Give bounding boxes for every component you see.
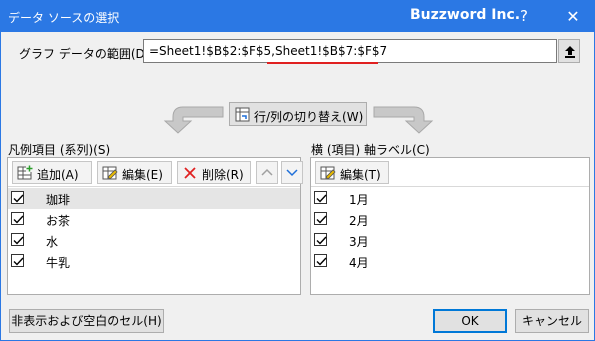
app-watermark: Buzzword Inc. (410, 7, 521, 23)
category-name: 3月 (349, 235, 369, 249)
curved-arrow-left-icon (163, 106, 224, 134)
series-name: 水 (46, 235, 59, 249)
series-checkbox[interactable] (11, 212, 24, 225)
switch-row-column-button[interactable]: 行/列の切り替え(W) (229, 102, 367, 126)
checkmark-icon (13, 236, 24, 245)
axis-labels-list: 1月 2月 3月 4月 (311, 188, 589, 272)
checkmark-icon (316, 194, 327, 203)
add-series-label: 追加(A) (37, 168, 79, 182)
select-data-source-dialog: データ ソースの選択 Buzzword Inc. ? ✕ グラフ データの範囲(… (0, 0, 595, 341)
chart-data-range-input[interactable]: =Sheet1!$B$2:$F$5,Sheet1!$B$7:$F$7 (143, 39, 557, 63)
axis-labels-panel: 編集(T) 1月 2月 3月 4月 (310, 157, 590, 295)
chevron-down-icon (286, 169, 298, 177)
range-highlight-underline (267, 62, 378, 64)
chart-data-range-label: グラフ データの範囲(D): (19, 47, 154, 61)
help-button[interactable]: ? (507, 1, 541, 32)
list-item[interactable]: 2月 (311, 209, 589, 230)
list-item[interactable]: 珈琲 (8, 188, 300, 209)
category-checkbox[interactable] (314, 212, 327, 225)
series-checkbox[interactable] (11, 191, 24, 204)
category-name: 2月 (349, 214, 369, 228)
category-checkbox[interactable] (314, 233, 327, 246)
axis-labels-label: 横 (項目) 軸ラベル(C) (311, 143, 430, 157)
series-checkbox[interactable] (11, 233, 24, 246)
delete-series-button[interactable]: 削除(R) (177, 161, 251, 184)
edit-axis-labels-label: 編集(T) (340, 168, 381, 182)
delete-x-icon (184, 167, 196, 179)
switch-row-column-label: 行/列の切り替え(W) (254, 110, 364, 124)
axis-toolbar: 編集(T) (311, 158, 589, 187)
series-name: 牛乳 (46, 256, 71, 270)
list-item[interactable]: お茶 (8, 209, 300, 230)
list-item[interactable]: 牛乳 (8, 251, 300, 272)
series-name: お茶 (46, 214, 71, 228)
collapse-arrow-icon (565, 46, 575, 58)
category-checkbox[interactable] (314, 254, 327, 267)
legend-entries-list: 珈琲 お茶 水 牛乳 (8, 188, 300, 272)
checkmark-icon (13, 194, 24, 203)
checkmark-icon (13, 257, 24, 266)
collapse-dialog-button[interactable] (558, 39, 580, 63)
category-name: 4月 (349, 256, 369, 270)
switch-row-column-icon (235, 107, 250, 122)
legend-toolbar: 追加(A) 編集(E) 削除(R) (8, 158, 303, 187)
series-checkbox[interactable] (11, 254, 24, 267)
checkmark-icon (316, 236, 327, 245)
close-button[interactable]: ✕ (556, 1, 590, 32)
title-bar[interactable]: データ ソースの選択 Buzzword Inc. ? ✕ (1, 1, 594, 32)
edit-axis-labels-button[interactable]: 編集(T) (315, 161, 389, 184)
edit-series-label: 編集(E) (122, 168, 163, 182)
legend-entries-label: 凡例項目 (系列)(S) (8, 143, 111, 157)
ok-button[interactable]: OK (433, 309, 507, 333)
move-up-button[interactable] (256, 161, 278, 184)
series-name: 珈琲 (46, 193, 71, 207)
checkmark-icon (316, 215, 327, 224)
category-checkbox[interactable] (314, 191, 327, 204)
add-series-button[interactable]: 追加(A) (12, 161, 92, 184)
edit-series-button[interactable]: 編集(E) (97, 161, 172, 184)
category-name: 1月 (349, 193, 369, 207)
edit-table-icon (102, 166, 118, 180)
list-item[interactable]: 1月 (311, 188, 589, 209)
list-item[interactable]: 3月 (311, 230, 589, 251)
chevron-up-icon (261, 168, 273, 176)
edit-table-icon (320, 166, 336, 180)
add-table-icon (17, 165, 33, 180)
dialog-title: データ ソースの選択 (8, 11, 120, 25)
curved-arrow-right-icon (373, 106, 434, 134)
cancel-button[interactable]: キャンセル (515, 309, 589, 333)
legend-entries-panel: 追加(A) 編集(E) 削除(R) 珈琲 お茶 水 牛乳 (7, 157, 303, 295)
move-down-button[interactable] (281, 161, 303, 184)
checkmark-icon (316, 257, 327, 266)
hidden-empty-cells-button[interactable]: 非表示および空白のセル(H) (9, 309, 164, 333)
checkmark-icon (13, 215, 24, 224)
list-item[interactable]: 水 (8, 230, 300, 251)
delete-series-label: 削除(R) (202, 168, 244, 182)
list-item[interactable]: 4月 (311, 251, 589, 272)
